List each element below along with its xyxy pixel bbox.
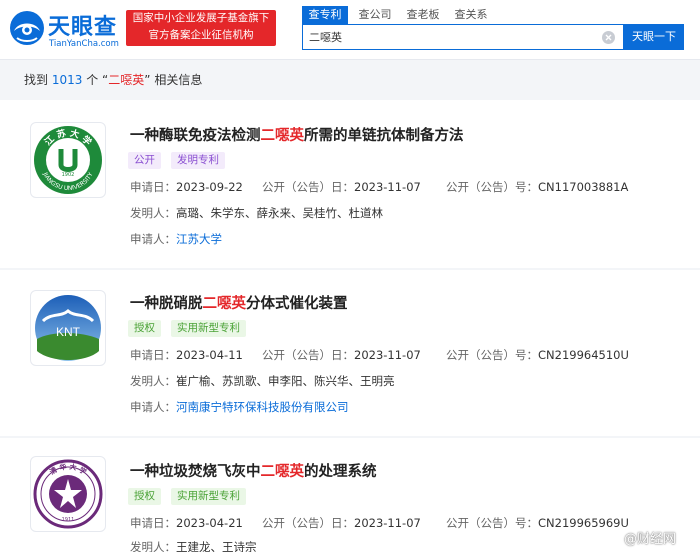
inventors: 高璐、朱学东、薛永来、吴桂竹、杜道林 — [176, 206, 383, 220]
status-badge: 授权 — [128, 488, 161, 505]
apply-date-label: 申请日： — [130, 180, 176, 194]
slogan-line-1: 国家中小企业发展子基金旗下 — [132, 12, 270, 24]
title-keyword-highlight: 二噁英 — [202, 296, 247, 312]
applicant-link[interactable]: 河南康宁特环保科技股份有限公司 — [176, 400, 349, 414]
applicant-label: 申请人： — [130, 232, 176, 246]
patent-type-badge: 实用新型专利 — [171, 320, 246, 337]
pub-date-label: 公开（公告）日： — [262, 180, 354, 194]
tab-patent[interactable]: 查专利 — [302, 6, 348, 24]
inventor-label: 发明人： — [130, 540, 176, 552]
tab-boss[interactable]: 查老板 — [403, 6, 443, 24]
status-badge: 公开 — [128, 152, 161, 169]
patent-title[interactable]: 一种垃圾焚烧飞灰中二噁英的处理系统 — [130, 460, 377, 481]
top-header: 天眼查 TianYanCha.com 国家中小企业发展子基金旗下 官方备案企业征… — [0, 0, 700, 60]
eye-logo-icon — [10, 11, 44, 45]
title-part: 一种脱硝脱 — [130, 296, 203, 312]
pub-no-label: 公开（公告）号： — [446, 516, 538, 530]
applicant-logo[interactable]: KNT — [30, 290, 106, 366]
patent-title[interactable]: 一种脱硝脱二噁英分体式催化装置 — [130, 292, 348, 313]
date-row: 申请日：2023-04-21 公开（公告）日：2023-11-07 公开（公告）… — [130, 515, 690, 531]
applicant-label: 申请人： — [130, 400, 176, 414]
title-keyword-highlight: 二噁英 — [260, 464, 305, 480]
pub-number: CN219964510U — [538, 348, 629, 362]
pub-date-label: 公开（公告）日： — [262, 516, 354, 530]
title-part: 的处理系统 — [304, 464, 377, 480]
watermark: @财经网 — [624, 532, 677, 547]
date-row: 申请日：2023-09-22 公开（公告）日：2023-11-07 公开（公告）… — [130, 179, 690, 195]
patent-title[interactable]: 一种酶联免疫法检测二噁英所需的单链抗体制备方法 — [130, 124, 464, 145]
pub-date: 2023-11-07 — [354, 180, 421, 194]
inventor-label: 发明人： — [130, 374, 176, 388]
pub-date: 2023-11-07 — [354, 516, 421, 530]
clear-icon[interactable] — [602, 31, 615, 44]
summary-suffix: ” 相关信息 — [144, 73, 203, 87]
apply-date: 2023-04-21 — [176, 516, 243, 530]
title-part: 所需的单链抗体制备方法 — [304, 128, 464, 144]
tab-company[interactable]: 查公司 — [355, 6, 395, 24]
result-count: 1013 — [51, 73, 83, 87]
date-row: 申请日：2023-04-11 公开（公告）日：2023-11-07 公开（公告）… — [130, 347, 690, 363]
inventor-label: 发明人： — [130, 206, 176, 220]
slogan-line-2: 官方备案企业征信机构 — [148, 29, 254, 41]
jiangsu-university-logo-icon: 江 苏 大 学 JIANGSU UNIVERSITY 1902 — [34, 126, 102, 194]
slogan-banner: 国家中小企业发展子基金旗下 官方备案企业征信机构 — [126, 10, 276, 46]
search-box — [302, 24, 624, 50]
pub-date-label: 公开（公告）日： — [262, 348, 354, 362]
inventors: 王建龙、王诗宗 — [176, 540, 257, 552]
applicant-row: 申请人：河南康宁特环保科技股份有限公司 — [130, 399, 349, 415]
title-part: 分体式催化装置 — [246, 296, 348, 312]
title-keyword-highlight: 二噁英 — [260, 128, 305, 144]
inventor-row: 发明人：高璐、朱学东、薛永来、吴桂竹、杜道林 — [130, 205, 383, 221]
applicant-row: 申请人：江苏大学 — [130, 231, 222, 247]
logo-year: 1911 — [62, 517, 75, 523]
apply-date-label: 申请日： — [130, 516, 176, 530]
summary-keyword: 二噁英 — [108, 73, 145, 87]
knt-logo-icon: KNT — [35, 295, 101, 361]
pub-number: CN117003881A — [538, 180, 629, 194]
tianyancha-logo[interactable]: 天眼查 TianYanCha.com — [8, 7, 120, 51]
logo-year: 1902 — [62, 172, 75, 178]
inventor-row: 发明人：崔广榆、苏凯歌、申李阳、陈兴华、王明亮 — [130, 373, 395, 389]
tsinghua-university-logo-icon: 清 华 大 学 1911 — [33, 459, 103, 529]
pub-number: CN219965969U — [538, 516, 629, 530]
search-button[interactable]: 天眼一下 — [624, 24, 684, 50]
patent-result-card[interactable]: 江 苏 大 学 JIANGSU UNIVERSITY 1902 一种酶联免疫法检… — [0, 100, 700, 268]
pub-no-label: 公开（公告）号： — [446, 348, 538, 362]
logo-name-cn: 天眼查 — [48, 15, 118, 40]
patent-type-badge: 实用新型专利 — [171, 488, 246, 505]
result-summary: 找到 1013 个 “二噁英” 相关信息 — [24, 71, 202, 88]
patent-result-card[interactable]: 清 华 大 学 1911 一种垃圾焚烧飞灰中二噁英的处理系统 授权 实用新型专利… — [0, 438, 700, 552]
patent-result-card[interactable]: KNT 一种脱硝脱二噁英分体式催化装置 授权 实用新型专利 申请日：2023-0… — [0, 270, 700, 436]
apply-date-label: 申请日： — [130, 348, 176, 362]
logo-name-en: TianYanCha.com — [49, 39, 119, 49]
inventor-row: 发明人：王建龙、王诗宗 — [130, 539, 257, 552]
applicant-logo[interactable]: 清 华 大 学 1911 — [30, 456, 106, 532]
patent-type-badge: 发明专利 — [171, 152, 225, 169]
inventors: 崔广榆、苏凯歌、申李阳、陈兴华、王明亮 — [176, 374, 395, 388]
applicant-link[interactable]: 江苏大学 — [176, 232, 222, 246]
title-part: 一种垃圾焚烧飞灰中 — [130, 464, 261, 480]
apply-date: 2023-04-11 — [176, 348, 243, 362]
title-part: 一种酶联免疫法检测 — [130, 128, 261, 144]
pub-date: 2023-11-07 — [354, 348, 421, 362]
search-input[interactable] — [309, 28, 599, 46]
pub-no-label: 公开（公告）号： — [446, 180, 538, 194]
summary-middle: 个 “ — [86, 73, 109, 87]
logo-text: KNT — [56, 325, 81, 339]
applicant-logo[interactable]: 江 苏 大 学 JIANGSU UNIVERSITY 1902 — [30, 122, 106, 198]
summary-prefix: 找到 — [24, 73, 49, 87]
apply-date: 2023-09-22 — [176, 180, 243, 194]
status-badge: 授权 — [128, 320, 161, 337]
tab-relation[interactable]: 查关系 — [451, 6, 491, 24]
